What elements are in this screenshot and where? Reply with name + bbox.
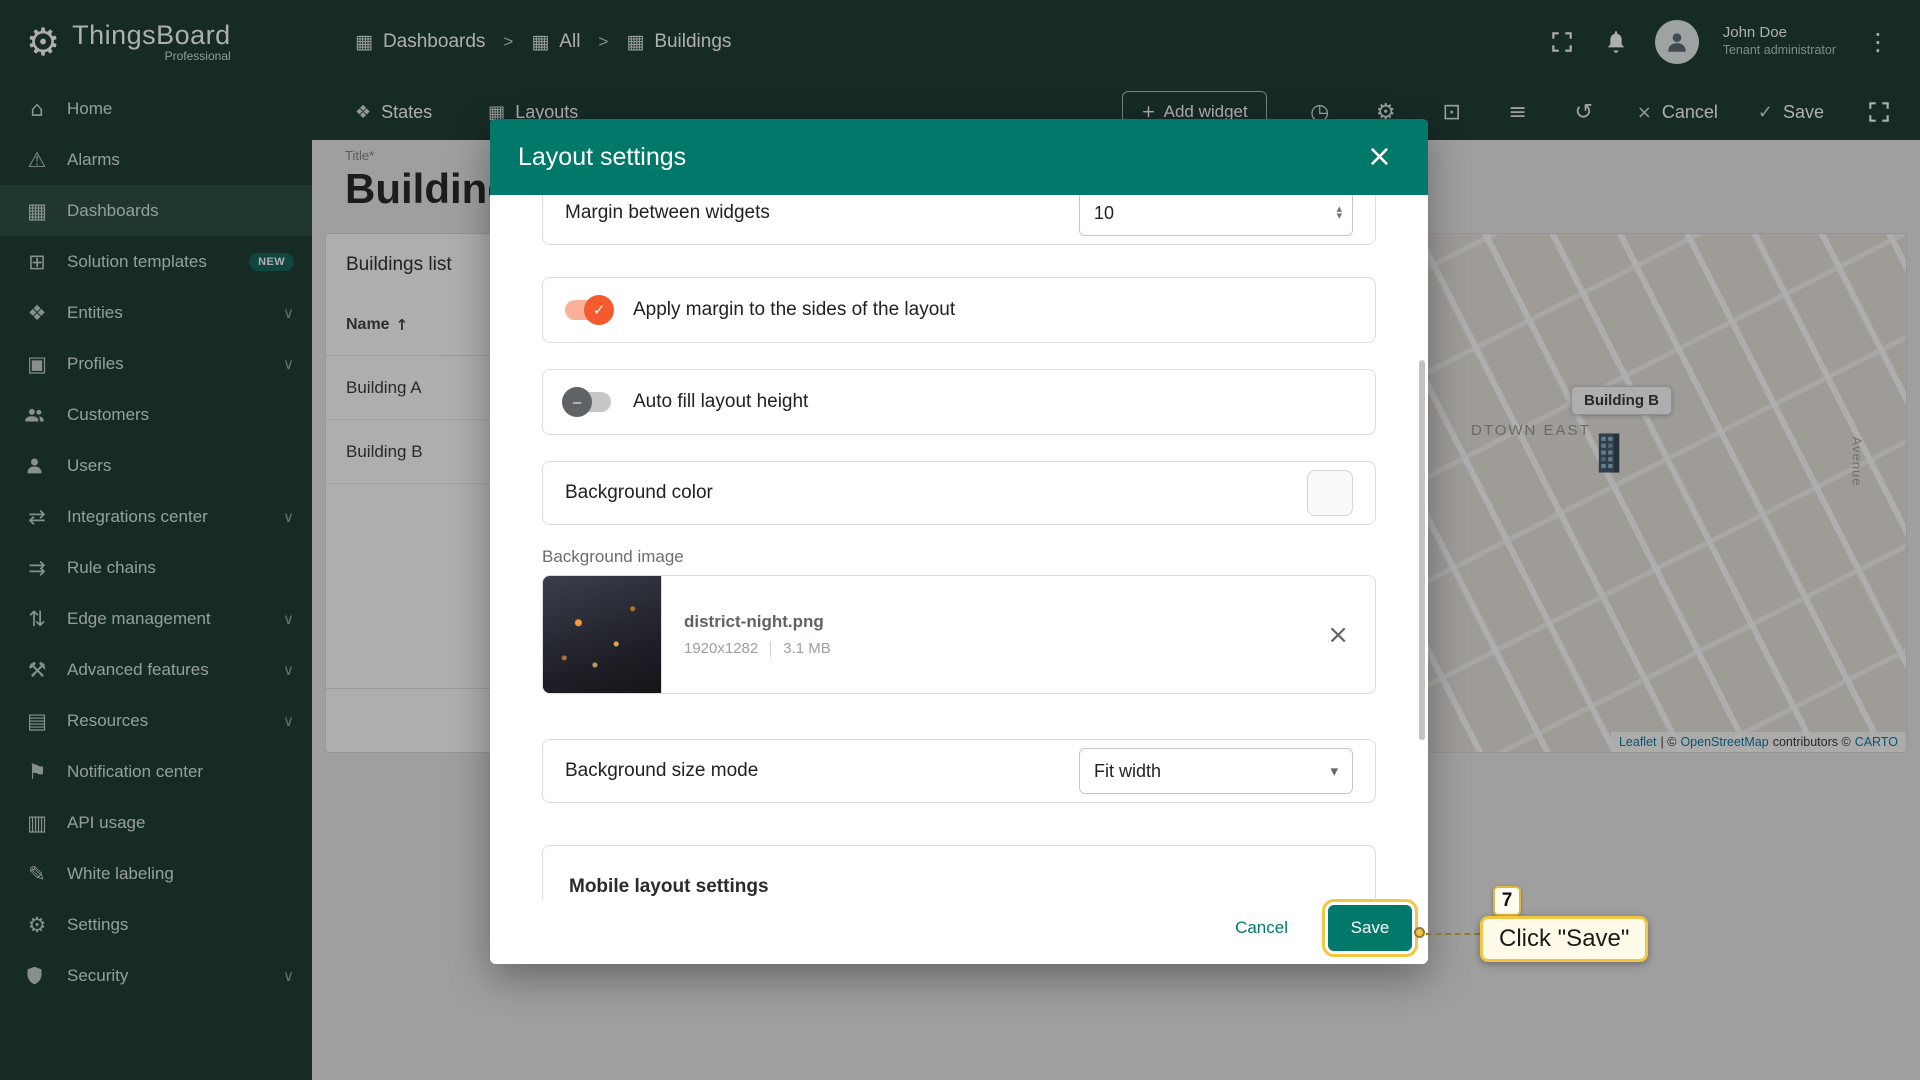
background-image-card: district-night.png 1920x1282 3.1 MB — [542, 575, 1376, 694]
image-resolution: 1920x1282 — [684, 640, 758, 657]
background-color-label: Background color — [565, 482, 713, 504]
image-file-meta: 1920x1282 3.1 MB — [684, 640, 831, 657]
image-file-name: district-night.png — [684, 612, 831, 632]
annotation-anchor-dot — [1414, 927, 1425, 938]
toggle-thumb-check-icon — [584, 295, 614, 325]
layout-settings-dialog: Layout settings Margin between widgets 1… — [490, 119, 1428, 964]
annotation-step-number: 7 — [1493, 886, 1521, 916]
mobile-layout-settings-section: Mobile layout settings — [542, 845, 1376, 900]
margin-number-input[interactable]: 10 — [1079, 195, 1353, 236]
annotation-tooltip: Click "Save" — [1480, 916, 1648, 962]
dialog-title: Layout settings — [518, 143, 1359, 172]
auto-fill-row: Auto fill layout height — [542, 369, 1376, 435]
margin-value: 10 — [1094, 203, 1114, 224]
dialog-footer: Cancel Save — [490, 900, 1428, 964]
dropdown-caret-icon — [1330, 762, 1338, 780]
apply-margin-row: Apply margin to the sides of the layout — [542, 277, 1376, 343]
background-image-thumbnail[interactable] — [543, 576, 662, 693]
dialog-scrollbar[interactable] — [1419, 360, 1425, 740]
margin-between-widgets-row: Margin between widgets 10 — [542, 195, 1376, 245]
dialog-header: Layout settings — [490, 119, 1428, 195]
meta-divider — [770, 641, 771, 657]
close-icon[interactable] — [1359, 138, 1400, 176]
margin-field-label: Margin between widgets — [565, 202, 770, 224]
background-image-label: Background image — [542, 547, 1376, 567]
selected-option-label: Fit width — [1094, 761, 1161, 782]
stepper-down-icon[interactable] — [1336, 213, 1342, 220]
background-size-mode-row: Background size mode Fit width — [542, 739, 1376, 803]
mobile-section-title: Mobile layout settings — [569, 876, 1349, 898]
auto-fill-label: Auto fill layout height — [633, 391, 808, 413]
dialog-save-button[interactable]: Save — [1328, 905, 1412, 951]
annotation-dashed-connector — [1426, 933, 1480, 935]
dialog-body: Margin between widgets 10 Apply margin t… — [490, 195, 1428, 900]
apply-margin-toggle[interactable] — [565, 300, 611, 320]
background-size-mode-label: Background size mode — [565, 760, 758, 782]
number-stepper[interactable] — [1336, 206, 1342, 219]
background-color-row: Background color — [542, 461, 1376, 525]
toggle-thumb-dash-icon — [562, 387, 592, 417]
dialog-cancel-button[interactable]: Cancel — [1223, 910, 1300, 946]
background-color-swatch[interactable] — [1307, 470, 1353, 516]
screen: ThingsBoard Professional Home Alarms Das… — [0, 0, 1920, 1080]
background-size-mode-select[interactable]: Fit width — [1079, 748, 1353, 794]
remove-image-icon[interactable] — [1327, 620, 1349, 650]
apply-margin-label: Apply margin to the sides of the layout — [633, 299, 955, 321]
image-file-size: 3.1 MB — [783, 640, 831, 657]
auto-fill-toggle[interactable] — [565, 392, 611, 412]
